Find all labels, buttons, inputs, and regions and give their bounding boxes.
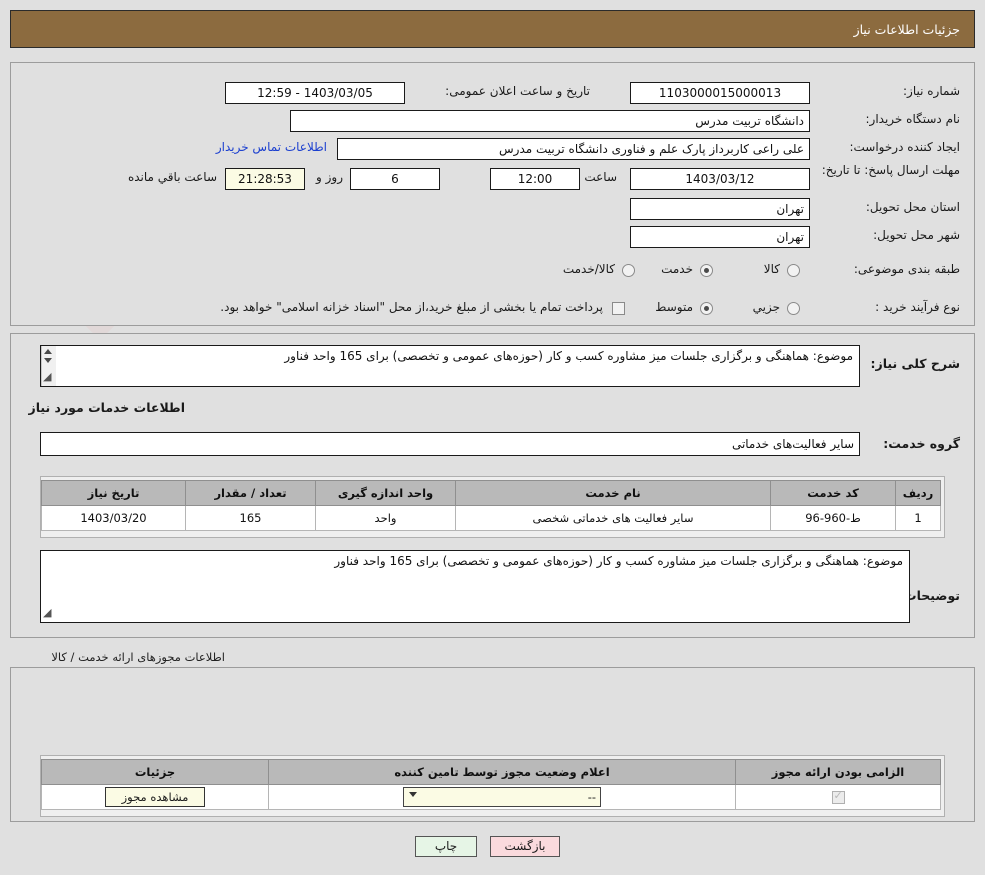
services-cell-0: 1 [895, 505, 941, 531]
services-col-header-1: کد خدمت [770, 480, 896, 506]
services-table-wrap: ردیف کد خدمت نام خدمت واحد اندازه گیری تعداد… [40, 476, 945, 538]
services-col-header-0: ردیف [895, 480, 941, 506]
buyer-notes-text: موضوع: هماهنگی و برگزاری جلسات میز مشاور… [334, 554, 903, 568]
service-group-label: گروه خدمت: [883, 436, 960, 451]
days-label: روز و [316, 170, 343, 184]
scroll-up-icon[interactable] [44, 349, 52, 354]
buyer-org-label: نام دستگاه خریدار: [865, 112, 961, 126]
services-col-header-5: تاریخ نیاز [41, 480, 186, 506]
license-status-cell: -- [268, 784, 736, 810]
buyer-notes-textarea[interactable]: موضوع: هماهنگی و برگزاری جلسات میز مشاور… [40, 550, 910, 623]
treasury-checkbox-label: پرداخت تمام یا بخشی از مبلغ خرید،از محل … [220, 300, 603, 314]
radio-process-motavaset-label: متوسط [655, 300, 693, 314]
public-announce-field: 1403/03/05 - 12:59 [225, 82, 405, 104]
page-root: V AriaTender.net جزئیات اطلاعات نیاز شما… [0, 0, 985, 875]
licenses-table-wrap: الزامی بودن ارائه مجوز اعلام وضعیت مجوز ت… [40, 755, 945, 817]
table-row: 1 ط-960-96 سایر فعالیت های خدماتی شخصی واحد… [41, 505, 941, 531]
process-label: نوع فرآیند خرید : [875, 300, 960, 314]
license-status-select[interactable]: -- [403, 787, 601, 807]
city-label: شهر محل تحویل: [873, 228, 960, 242]
city-field: تهران [630, 226, 810, 248]
radio-process-jozei-label: جزیي [752, 300, 780, 314]
license-required-checkbox [831, 789, 845, 804]
resize-grip-icon[interactable]: ◣ [43, 368, 51, 385]
licenses-table-header-row: الزامی بودن ارائه مجوز اعلام وضعیت مجوز ت… [41, 759, 941, 785]
requester-label: ایجاد کننده درخواست: [849, 140, 960, 154]
radio-category-khedmat[interactable] [700, 264, 713, 277]
radio-category-kala-khedmat-label: کالا/خدمت [562, 262, 615, 276]
deadline-date-field: 1403/03/12 [630, 168, 810, 190]
hour-field: 12:00 [490, 168, 580, 190]
radio-process-jozei[interactable] [787, 302, 800, 315]
general-desc-text: موضوع: هماهنگی و برگزاری جلسات میز مشاور… [284, 349, 853, 363]
licenses-col-header-0: الزامی بودن ارائه مجوز [735, 759, 941, 785]
hour-label: ساعت [584, 170, 617, 184]
deadline-label: مهلت ارسال پاسخ: تا تاریخ: [821, 163, 960, 177]
licenses-col-header-2: جزئیات [41, 759, 269, 785]
buyer-org-field: دانشگاه تربیت مدرس [290, 110, 810, 132]
radio-process-motavaset[interactable] [700, 302, 713, 315]
need-number-label: شماره نیاز: [903, 84, 960, 98]
countdown-field: 21:28:53 [225, 168, 305, 190]
general-desc-textarea[interactable]: موضوع: هماهنگی و برگزاری جلسات میز مشاور… [40, 345, 860, 387]
province-label: استان محل تحویل: [865, 200, 960, 214]
radio-category-kala-label: کالا [763, 262, 780, 276]
page-header: جزئیات اطلاعات نیاز [10, 10, 975, 48]
licenses-table: الزامی بودن ارائه مجوز اعلام وضعیت مجوز ت… [41, 759, 941, 810]
category-label: طبقه بندی موضوعی: [853, 262, 960, 276]
services-table: ردیف کد خدمت نام خدمت واحد اندازه گیری تعداد… [41, 480, 941, 531]
service-group-field: سایر فعالیت‌های خدماتی [40, 432, 860, 456]
public-announce-label: تاریخ و ساعت اعلان عمومی: [445, 84, 590, 98]
radio-category-kala[interactable] [787, 264, 800, 277]
services-info-title: اطلاعات خدمات مورد نیاز [28, 400, 186, 415]
services-cell-3: واحد [315, 505, 456, 531]
radio-category-khedmat-label: خدمت [661, 262, 693, 276]
services-cell-5: 1403/03/20 [41, 505, 186, 531]
remaining-hours-label: ساعت باقي مانده [127, 170, 217, 184]
services-col-header-4: تعداد / مقدار [185, 480, 316, 506]
services-col-header-3: واحد اندازه گیری [315, 480, 456, 506]
back-button[interactable]: بازگشت [490, 836, 560, 857]
print-button[interactable]: چاپ [415, 836, 477, 857]
treasury-checkbox[interactable] [612, 302, 625, 315]
days-remaining-field: 6 [350, 168, 440, 190]
services-cell-1: ط-960-96 [770, 505, 896, 531]
view-license-button[interactable]: مشاهده مجوز [104, 787, 206, 807]
table-row: -- مشاهده مجوز [41, 784, 941, 810]
license-details-cell: مشاهده مجوز [41, 784, 269, 810]
chevron-down-icon [409, 792, 417, 797]
services-table-header-row: ردیف کد خدمت نام خدمت واحد اندازه گیری تعداد… [41, 480, 941, 506]
buyer-contact-link[interactable]: اطلاعات تماس خریدار [216, 140, 327, 154]
license-required-cell [735, 784, 941, 810]
general-desc-label: شرح کلی نیاز: [870, 356, 960, 371]
scroll-down-icon[interactable] [44, 358, 52, 363]
radio-category-kala-khedmat[interactable] [622, 264, 635, 277]
services-col-header-2: نام خدمت [455, 480, 771, 506]
need-number-field: 1103000015000013 [630, 82, 810, 104]
licenses-col-header-1: اعلام وضعیت مجوز توسط تامین کننده [268, 759, 736, 785]
licenses-section-title: اطلاعات مجوزهای ارائه خدمت / کالا [51, 650, 225, 664]
buyer-notes-resize-grip-icon[interactable]: ◣ [43, 604, 51, 621]
requester-field: علی راعی کاربرداز پارک علم و فناوری دانش… [337, 138, 810, 160]
services-cell-2: سایر فعالیت های خدماتی شخصی [455, 505, 771, 531]
page-title: جزئیات اطلاعات نیاز [853, 21, 960, 37]
services-cell-4: 165 [185, 505, 316, 531]
need-summary-panel [10, 62, 975, 326]
province-field: تهران [630, 198, 810, 220]
